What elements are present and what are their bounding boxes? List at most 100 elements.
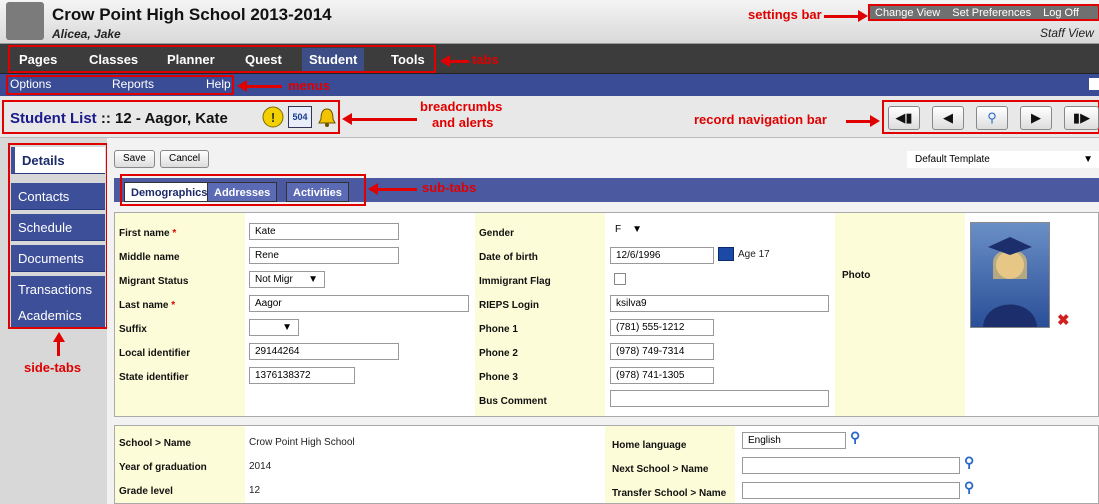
suffix-select[interactable]: ▼ bbox=[249, 319, 299, 336]
bus-comment-label: Bus Comment bbox=[479, 396, 547, 407]
tabs-highlight bbox=[8, 45, 436, 73]
search-icon[interactable]: ⚲ bbox=[964, 454, 980, 470]
search-icon[interactable]: ⚲ bbox=[850, 429, 866, 445]
header-bar: Crow Point High School 2013-2014 Alicea,… bbox=[0, 0, 1099, 44]
previous-record-button[interactable]: ◀ bbox=[932, 106, 964, 130]
label-column bbox=[475, 213, 605, 416]
template-value: Default Template bbox=[915, 154, 990, 165]
state-identifier-label: State identifier bbox=[119, 372, 189, 383]
first-name-field[interactable]: Kate bbox=[249, 223, 399, 240]
immigrant-flag-label: Immigrant Flag bbox=[479, 276, 551, 287]
chevron-down-icon: ▼ bbox=[308, 274, 318, 285]
local-identifier-label: Local identifier bbox=[119, 348, 191, 359]
annotation-settings-bar: settings bar bbox=[748, 7, 822, 22]
annotation-sub-tabs: sub-tabs bbox=[422, 180, 477, 195]
breadcrumb: Student List :: 12 - Aagor, Kate bbox=[10, 110, 228, 127]
home-language-label: Home language bbox=[612, 440, 687, 451]
annotation-arrow bbox=[351, 118, 417, 121]
annotation-arrow bbox=[449, 60, 469, 63]
school-title: Crow Point High School 2013-2014 bbox=[52, 5, 332, 24]
phone1-field[interactable]: (781) 555-1212 bbox=[610, 319, 714, 336]
phone2-label: Phone 2 bbox=[479, 348, 518, 359]
change-view-link[interactable]: Change View bbox=[875, 7, 940, 19]
annotation-arrow bbox=[57, 342, 60, 356]
last-name-field[interactable]: Aagor bbox=[249, 295, 469, 312]
log-off-link[interactable]: Log Off bbox=[1043, 7, 1079, 19]
search-record-button[interactable]: ⚲ bbox=[976, 106, 1008, 130]
504-plan-alert-icon[interactable]: 504 bbox=[288, 106, 312, 128]
set-preferences-link[interactable]: Set Preferences bbox=[952, 7, 1031, 19]
gender-select[interactable]: F ▼ bbox=[610, 222, 646, 239]
first-record-button[interactable]: ◀▮ bbox=[888, 106, 920, 130]
school-logo bbox=[6, 2, 44, 40]
dob-label: Date of birth bbox=[479, 252, 538, 263]
gender-label: Gender bbox=[479, 228, 515, 239]
annotation-tabs: tabs bbox=[472, 52, 499, 67]
phone3-field[interactable]: (978) 741-1305 bbox=[610, 367, 714, 384]
photo-label: Photo bbox=[842, 270, 871, 281]
phone2-field[interactable]: (978) 749-7314 bbox=[610, 343, 714, 360]
dob-field[interactable]: 12/6/1996 bbox=[610, 247, 714, 264]
transfer-school-field[interactable] bbox=[742, 482, 960, 499]
cancel-button[interactable]: Cancel bbox=[160, 150, 210, 168]
label-column bbox=[115, 213, 245, 416]
breadcrumb-current: :: 12 - Aagor, Kate bbox=[96, 110, 228, 127]
annotation-arrow bbox=[846, 120, 872, 123]
last-record-button[interactable]: ▮▶ bbox=[1064, 106, 1099, 130]
state-identifier-field[interactable]: 1376138372 bbox=[249, 367, 355, 384]
annotation-arrowhead bbox=[53, 332, 65, 342]
annotation-side-tabs: side-tabs bbox=[24, 360, 82, 375]
annotation-arrowhead bbox=[870, 115, 880, 127]
annotation-breadcrumbs: breadcrumbs bbox=[420, 99, 503, 114]
next-school-field[interactable] bbox=[742, 457, 960, 474]
chevron-down-icon: ▼ bbox=[282, 322, 292, 333]
breadcrumb-bar: Student List :: 12 - Aagor, Kate ! 504 ◀… bbox=[0, 96, 1099, 138]
side-tabs-highlight bbox=[8, 143, 108, 329]
school-name-value: Crow Point High School bbox=[249, 437, 355, 448]
home-language-field[interactable]: English bbox=[742, 432, 846, 449]
migrant-status-value: Not Migr bbox=[255, 274, 293, 285]
warning-alert-icon[interactable]: ! bbox=[262, 106, 284, 128]
save-button[interactable]: Save bbox=[114, 150, 155, 168]
annotation-arrow bbox=[377, 188, 417, 191]
graduation-label: Year of graduation bbox=[119, 462, 207, 473]
chevron-down-icon: ▼ bbox=[1083, 154, 1093, 165]
age-value: Age 17 bbox=[738, 249, 770, 260]
delete-photo-icon[interactable]: ✖ bbox=[1057, 311, 1070, 329]
phone1-label: Phone 1 bbox=[479, 324, 518, 335]
chevron-down-icon: ▼ bbox=[632, 224, 642, 235]
middle-name-label: Middle name bbox=[119, 252, 180, 263]
rieps-login-field[interactable]: ksilva9 bbox=[610, 295, 829, 312]
immigrant-flag-checkbox[interactable] bbox=[614, 273, 626, 285]
local-identifier-field[interactable]: 29144264 bbox=[249, 343, 399, 360]
migrant-status-select[interactable]: Not Migr ▼ bbox=[249, 271, 325, 288]
template-select[interactable]: Default Template ▼ bbox=[907, 151, 1099, 168]
bell-alert-icon[interactable] bbox=[316, 106, 338, 128]
school-name-label: School > Name bbox=[119, 438, 191, 449]
next-school-label: Next School > Name bbox=[612, 464, 709, 475]
graduation-value: 2014 bbox=[249, 461, 272, 472]
transfer-school-label: Transfer School > Name bbox=[612, 488, 727, 499]
annotation-alerts: and alerts bbox=[432, 115, 494, 130]
annotation-record-nav: record navigation bar bbox=[694, 112, 827, 127]
search-icon[interactable]: ⚲ bbox=[964, 479, 980, 495]
menus-highlight bbox=[6, 75, 234, 95]
rieps-login-label: RIEPS Login bbox=[479, 300, 539, 311]
view-label: Staff View bbox=[1040, 26, 1094, 40]
calendar-icon[interactable] bbox=[718, 247, 734, 261]
annotation-arrowhead bbox=[858, 10, 868, 22]
grade-label: Grade level bbox=[119, 486, 173, 497]
svg-text:!: ! bbox=[271, 110, 275, 125]
tab-bar: Pages Classes Planner Quest Student Tool… bbox=[0, 44, 1099, 74]
grade-value: 12 bbox=[249, 485, 261, 496]
middle-name-field[interactable]: Rene bbox=[249, 247, 399, 264]
annotation-arrow bbox=[824, 15, 862, 18]
student-photo bbox=[970, 222, 1050, 328]
first-name-label: First name * bbox=[119, 228, 177, 239]
breadcrumb-student-list-link[interactable]: Student List bbox=[10, 110, 97, 127]
expand-icon[interactable] bbox=[1089, 78, 1099, 90]
annotation-arrow bbox=[246, 85, 282, 88]
next-record-button[interactable]: ▶ bbox=[1020, 106, 1052, 130]
bus-comment-field[interactable] bbox=[610, 390, 829, 407]
app-root: Crow Point High School 2013-2014 Alicea,… bbox=[0, 0, 1099, 504]
